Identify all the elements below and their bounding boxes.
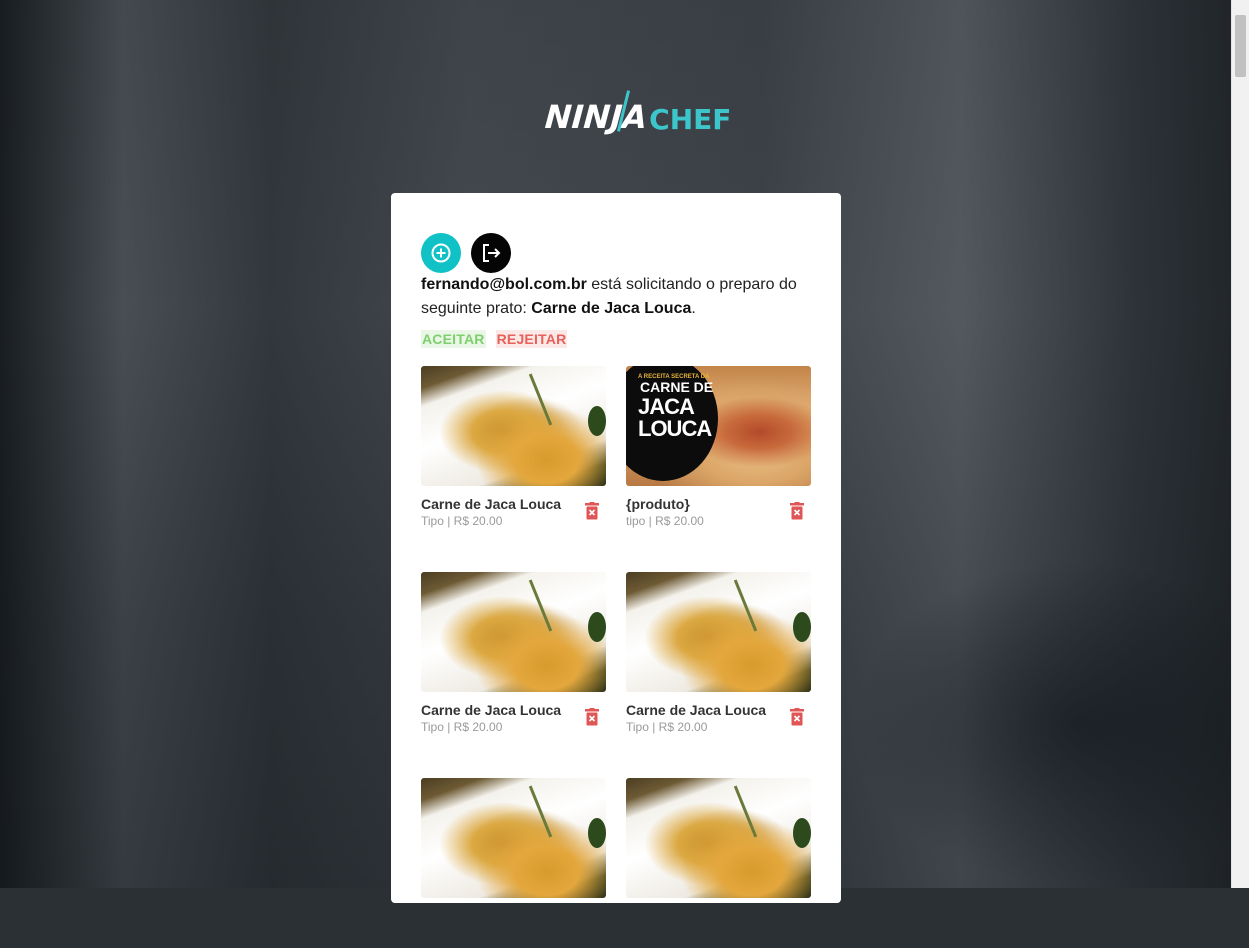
product-name: Carne de Jaca Louca xyxy=(626,702,767,718)
ninjachef-logo: NINJA CHEF xyxy=(543,88,731,136)
product-card[interactable]: Carne de Jaca Louca Tipo | R$ 20.00 xyxy=(626,572,811,742)
trash-icon[interactable] xyxy=(790,708,804,726)
product-image xyxy=(421,366,606,486)
product-name: {produto} xyxy=(626,496,690,512)
product-meta: Tipo | R$ 20.00 xyxy=(421,514,503,528)
request-actions: ACEITAR REJEITAR xyxy=(421,330,568,348)
trash-icon[interactable] xyxy=(585,502,599,520)
requester-email: fernando@bol.com.br xyxy=(421,276,587,293)
logout-icon xyxy=(483,244,501,262)
product-image xyxy=(626,572,811,692)
product-meta: tipo | R$ 20.00 xyxy=(626,514,704,528)
promo-line3: JACA LOUCA xyxy=(638,394,712,441)
logout-button[interactable] xyxy=(471,233,511,273)
product-meta: Tipo | R$ 20.00 xyxy=(626,720,708,734)
product-card[interactable]: Carne de Jaca Louca Tipo | R$ 20.00 xyxy=(421,572,606,742)
scrollbar-thumb[interactable] xyxy=(1235,15,1246,77)
product-name: Carne de Jaca Louca xyxy=(421,702,562,718)
logo-primary-text: NINJA xyxy=(543,98,649,136)
add-product-button[interactable] xyxy=(421,233,461,273)
product-card[interactable]: Carne de Jaca Louca Tipo | R$ 20.00 xyxy=(421,366,606,536)
product-image: A RECEITA SECRETA DA CARNE DE JACA LOUCA xyxy=(626,366,811,486)
request-message: fernando@bol.com.br está solicitando o p… xyxy=(421,273,811,321)
product-meta: Tipo | R$ 20.00 xyxy=(421,720,503,734)
logo-secondary-text: CHEF xyxy=(649,103,732,136)
request-end: . xyxy=(691,300,696,317)
product-image xyxy=(421,572,606,692)
trash-icon[interactable] xyxy=(585,708,599,726)
product-card[interactable] xyxy=(421,778,606,948)
product-card[interactable]: A RECEITA SECRETA DA CARNE DE JACA LOUCA… xyxy=(626,366,811,536)
product-name: Carne de Jaca Louca xyxy=(421,496,562,512)
product-card[interactable] xyxy=(626,778,811,948)
request-card: fernando@bol.com.br está solicitando o p… xyxy=(391,193,841,903)
trash-icon[interactable] xyxy=(790,502,804,520)
requested-dish: Carne de Jaca Louca xyxy=(531,300,692,317)
promo-line2: CARNE DE xyxy=(640,379,714,395)
page-scrollbar[interactable] xyxy=(1231,0,1249,888)
product-image xyxy=(626,778,811,898)
reject-button[interactable]: REJEITAR xyxy=(495,330,568,348)
plus-circle-icon xyxy=(431,243,451,263)
accept-button[interactable]: ACEITAR xyxy=(421,330,486,348)
product-image xyxy=(421,778,606,898)
